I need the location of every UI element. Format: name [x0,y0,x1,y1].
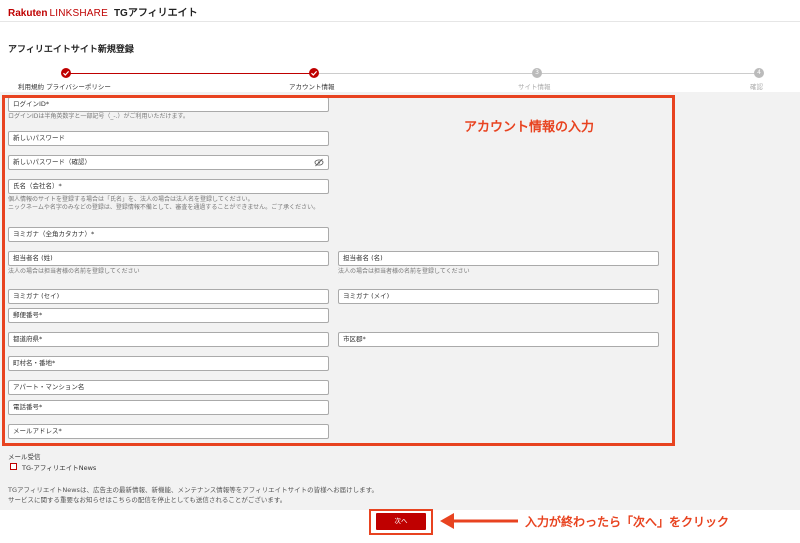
news-checkbox-label[interactable]: TG-アフィリエイトNews [22,462,96,472]
news-description: TGアフィリエイトNewsは、広告主の最新情報、新機能、メンテナンス情報等をアフ… [8,485,378,505]
product-name: TGアフィリエイト [113,8,198,19]
next-button[interactable]: 次へ [376,513,426,530]
step-3-label: サイト情報 [518,83,551,91]
next-instruction-annotation: 入力が終わったら「次へ」をクリック [525,515,730,529]
step-line-3 [538,73,756,74]
news-description-line-1: TGアフィリエイトNewsは、広告主の最新情報、新機能、メンテナンス情報等をアフ… [8,486,379,494]
page-title: アフィリエイトサイト新規登録 [8,45,134,55]
mail-receive-label: メール受信 [8,453,41,461]
step-3-dot: 3 [532,68,542,78]
top-header: Rakuten LINKSHARE TGアフィリエイト [0,0,800,22]
step-line-1 [66,73,312,74]
brand-name: Rakuten [8,8,48,19]
step-4-dot: 4 [754,68,764,78]
brand-sub: LINKSHARE [49,8,108,19]
news-description-line-2: サービスに関する重要なお知らせはこちらの配信を停止としても送信されることがござい… [8,496,287,504]
step-2-check-icon [309,68,319,78]
step-4-label: 確認 [750,83,763,91]
progress-stepper: 3 4 利用規約 プライバシーポリシー アカウント情報 サイト情報 確認 [0,68,800,91]
news-checkbox[interactable] [10,463,17,470]
step-line-2 [314,73,536,74]
step-2-label: アカウント情報 [289,83,335,91]
step-1-check-icon [61,68,71,78]
left-arrow-icon [440,513,518,529]
account-info-annotation-title: アカウント情報の入力 [464,120,595,135]
step-1-label: 利用規約 プライバシーポリシー [18,83,111,91]
account-info-highlight-box [2,95,675,446]
rakuten-logo[interactable]: Rakuten LINKSHARE TGアフィリエイト [8,4,198,19]
